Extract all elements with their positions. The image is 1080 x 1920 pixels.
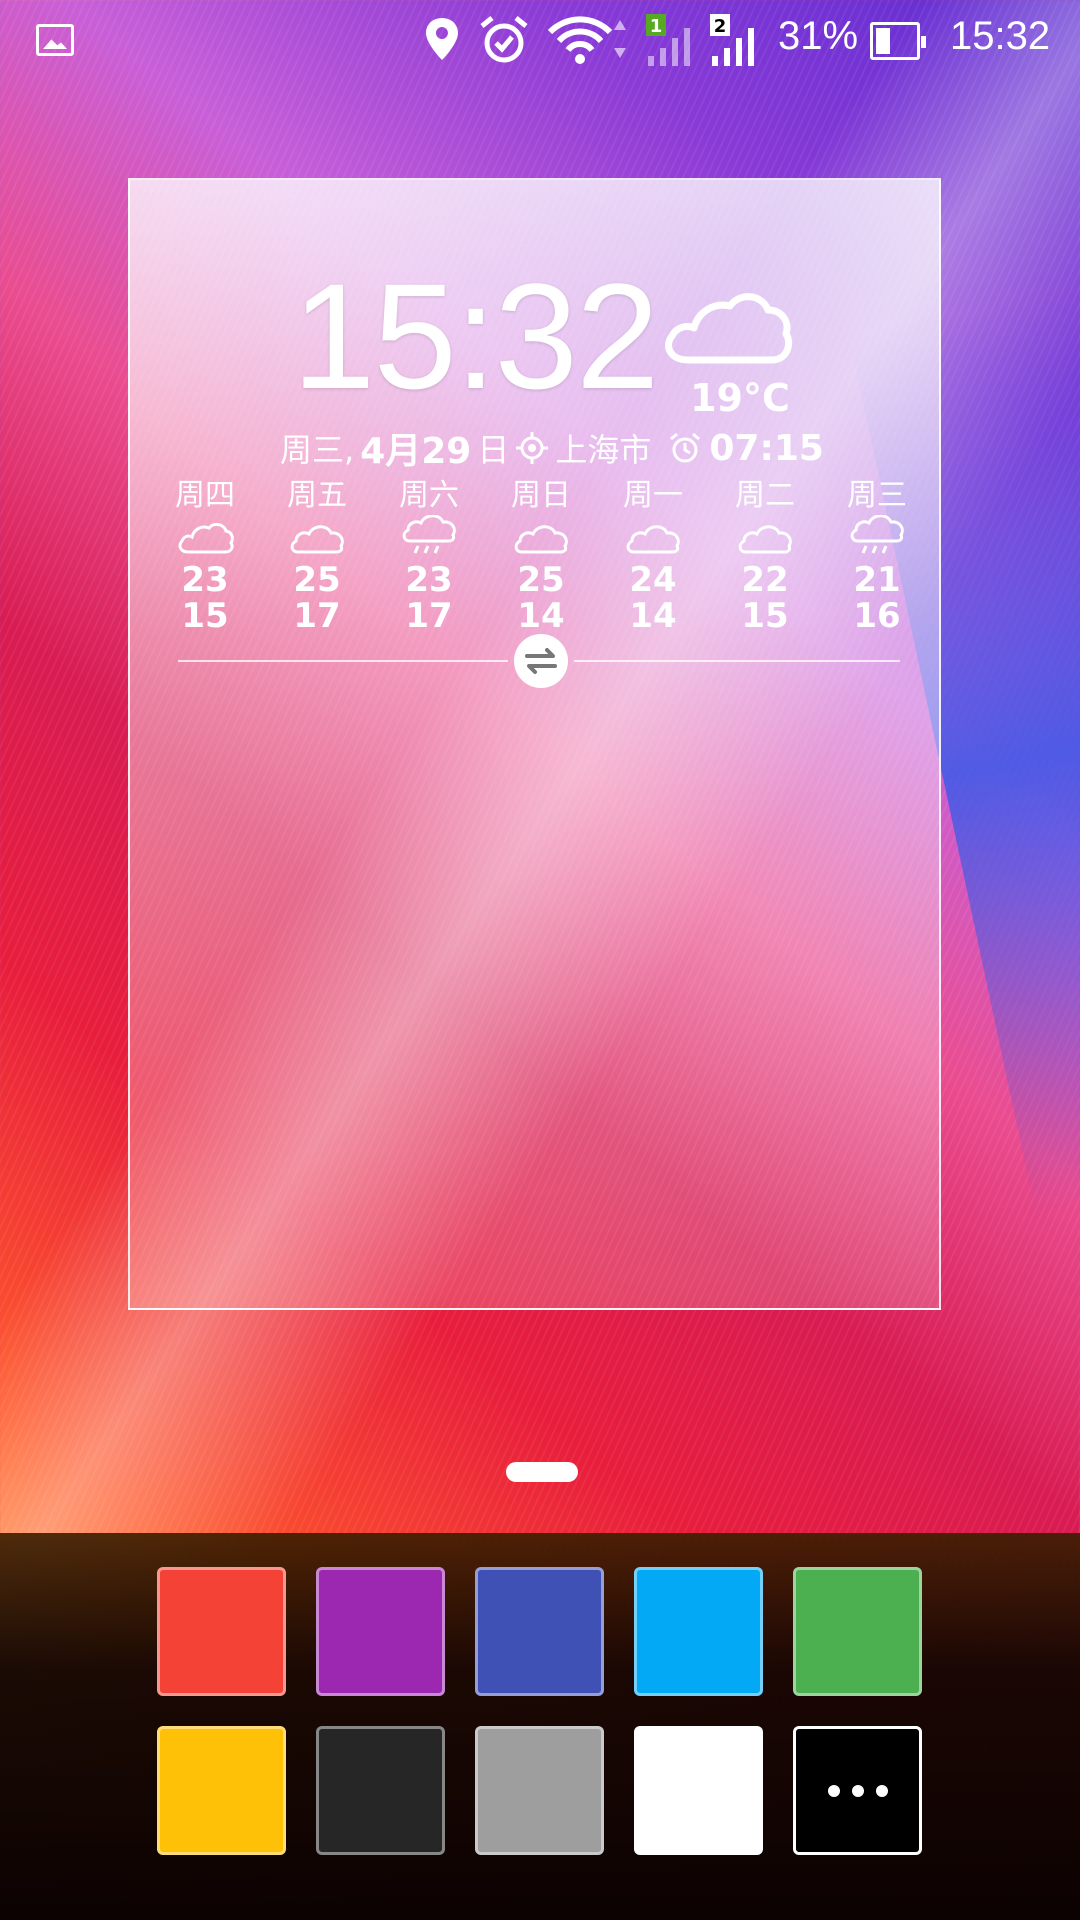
current-temperature: 19°C	[690, 376, 790, 420]
forecast-high: 21	[853, 560, 901, 600]
clock-weather-widget[interactable]: 15:32 19°C 周三, 4月29 日 上海市 07:15 周四 23 15 …	[128, 178, 941, 1310]
sim2-label: 2	[714, 16, 727, 37]
color-swatch-light-blue[interactable]	[634, 1567, 763, 1696]
alarm-icon	[480, 16, 528, 63]
cloud-icon	[626, 525, 680, 554]
forecast-day: 周一 24 14	[613, 470, 693, 634]
day-suffix-label: 日	[477, 431, 510, 469]
forecast-high: 23	[181, 560, 229, 600]
date-label: 4月29	[360, 431, 472, 472]
swap-arrows-icon	[525, 648, 557, 674]
forecast-high: 25	[293, 560, 341, 600]
forecast-day-name: 周三	[847, 478, 907, 513]
widget-clock[interactable]: 15:32	[292, 250, 659, 423]
forecast-row: 周四 23 15 周五 25 17 周六 23 17 周日 25 14 周一 2…	[165, 470, 917, 634]
forecast-low: 17	[405, 596, 453, 636]
color-swatch-indigo[interactable]	[475, 1567, 604, 1696]
color-swatch-purple[interactable]	[316, 1567, 445, 1696]
drawer-handle[interactable]	[506, 1462, 578, 1482]
wifi-icon	[547, 16, 626, 64]
color-palette	[0, 1533, 1080, 1920]
forecast-day-name: 周一	[623, 478, 683, 513]
forecast-low: 15	[741, 596, 789, 636]
city-label[interactable]: 上海市	[555, 425, 651, 471]
cloud-icon	[290, 525, 344, 554]
divider-left	[178, 660, 508, 662]
forecast-day-name: 周六	[399, 478, 459, 513]
alarm-clock-icon	[670, 432, 701, 463]
status-bar: 1 2 31% 15:32	[0, 0, 1080, 80]
sim1-label: 1	[650, 16, 663, 37]
color-swatch-black[interactable]	[316, 1726, 445, 1855]
battery-percent: 31%	[778, 14, 859, 58]
more-dot-icon	[827, 1784, 840, 1797]
more-dot-icon	[851, 1784, 864, 1797]
switch-view-button[interactable]	[514, 634, 568, 688]
battery-icon	[870, 22, 926, 60]
forecast-day: 周二 22 15	[725, 470, 805, 634]
cloudy-icon	[178, 522, 234, 554]
location-target-icon	[516, 432, 549, 464]
forecast-day-name: 周五	[287, 478, 347, 513]
forecast-day: 周四 23 15	[165, 470, 245, 634]
next-alarm-time[interactable]: 07:15	[709, 428, 824, 469]
forecast-day-name: 周二	[735, 478, 795, 513]
weekday-label: 周三,	[280, 431, 355, 469]
color-swatch-white[interactable]	[634, 1726, 763, 1855]
location-icon	[426, 18, 458, 60]
forecast-high: 23	[405, 560, 453, 600]
color-swatch-amber[interactable]	[157, 1726, 286, 1855]
forecast-day-name: 周日	[511, 478, 571, 513]
more-colors-button[interactable]	[793, 1726, 922, 1855]
color-swatch-green[interactable]	[793, 1567, 922, 1696]
forecast-low: 14	[629, 596, 677, 636]
rain-icon	[850, 515, 904, 554]
forecast-low: 14	[517, 596, 565, 636]
date-location-line: 周三, 4月29 日 上海市 07:15	[280, 422, 824, 474]
forecast-high: 24	[629, 560, 677, 600]
status-time: 15:32	[950, 14, 1051, 58]
rain-icon	[402, 515, 456, 554]
signal-sim1-icon: 1	[646, 14, 690, 66]
current-weather-cloudy-icon	[665, 293, 793, 364]
forecast-high: 22	[741, 560, 789, 600]
forecast-low: 17	[293, 596, 341, 636]
color-swatch-gray[interactable]	[475, 1726, 604, 1855]
forecast-day-name: 周四	[175, 478, 235, 513]
cloud-icon	[738, 525, 792, 554]
cloud-icon	[514, 525, 568, 554]
screenshot-notification-icon	[36, 24, 74, 56]
signal-sim2-icon: 2	[710, 14, 754, 66]
forecast-day: 周三 21 16	[837, 470, 917, 634]
forecast-high: 25	[517, 560, 565, 600]
forecast-day: 周日 25 14	[501, 470, 581, 634]
more-dot-icon	[875, 1784, 888, 1797]
divider-right	[574, 660, 900, 662]
forecast-day: 周六 23 17	[389, 470, 469, 634]
forecast-low: 15	[181, 596, 229, 636]
forecast-low: 16	[853, 596, 901, 636]
color-swatch-red[interactable]	[157, 1567, 286, 1696]
forecast-day: 周五 25 17	[277, 470, 357, 634]
